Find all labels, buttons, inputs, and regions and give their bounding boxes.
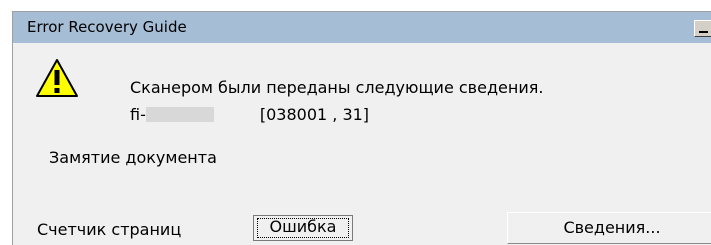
minimize-button[interactable] <box>694 20 711 37</box>
title-bar[interactable]: Error Recovery Guide <box>13 12 711 43</box>
scanner-model-mask <box>145 107 214 122</box>
error-recovery-window: Error Recovery Guide Сканером были перед… <box>12 11 711 245</box>
scanner-info-line: fi- [038001 , 31] <box>130 105 369 124</box>
error-description: Замятие документа <box>49 148 217 167</box>
message-line: Сканером были переданы следующие сведени… <box>130 78 544 97</box>
minimize-icon <box>699 31 708 33</box>
window-title: Error Recovery Guide <box>27 18 187 36</box>
error-code: [038001 , 31] <box>259 105 370 124</box>
focus-rect <box>257 218 349 238</box>
details-button[interactable]: Сведения... <box>507 212 711 244</box>
warning-icon <box>36 59 78 97</box>
scanner-model-prefix: fi- <box>130 105 146 124</box>
page-counter-label[interactable]: Счетчик страниц <box>37 220 181 239</box>
error-tab[interactable]: Ошибка <box>253 215 353 241</box>
